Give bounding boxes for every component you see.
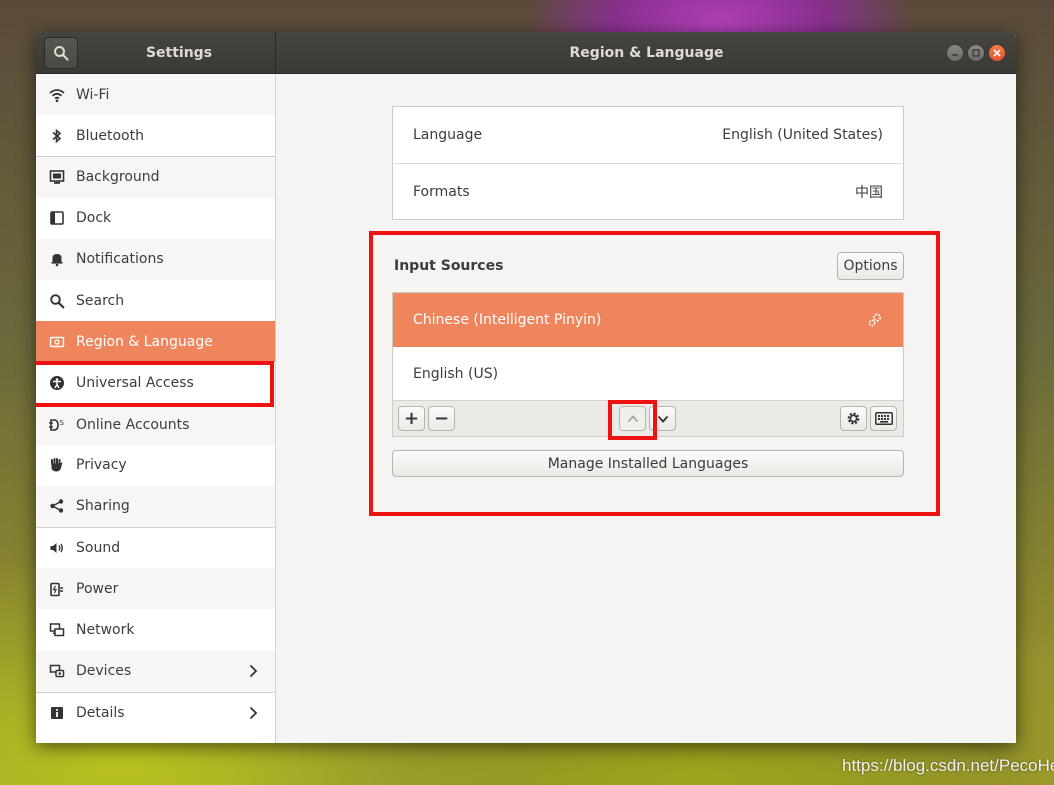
settings-gears-icon[interactable]: [867, 312, 883, 328]
input-source-label: English (US): [413, 366, 499, 382]
input-sources-list: Chinese (Intelligent Pinyin) English (US…: [392, 292, 904, 437]
language-formats-list: Language English (United States) Formats…: [392, 106, 904, 220]
sidebar-item-label: Privacy: [76, 457, 127, 474]
search-icon: [54, 46, 69, 61]
online-accounts-icon: S: [48, 416, 66, 434]
svg-text:S: S: [60, 419, 65, 427]
sidebar: Wi-Fi Bluetooth Background Dock Notifica…: [36, 74, 276, 743]
sidebar-item-label: Sound: [76, 540, 121, 557]
sidebar-item-label: Background: [76, 169, 160, 186]
window-controls: [946, 44, 1006, 62]
formats-row[interactable]: Formats 中国: [393, 163, 903, 220]
sidebar-item-privacy[interactable]: Privacy: [36, 445, 275, 486]
region-language-panel: Language English (United States) Formats…: [277, 74, 1016, 743]
formats-value: 中国: [855, 185, 883, 201]
background-icon: [48, 168, 66, 186]
language-label: Language: [413, 127, 483, 143]
sidebar-item-notifications[interactable]: Notifications: [36, 238, 275, 280]
chevron-right-icon: [249, 706, 258, 719]
share-icon: [48, 497, 66, 515]
minimize-icon: [952, 54, 958, 56]
sidebar-item-online-accounts[interactable]: S Online Accounts: [36, 403, 275, 445]
maximize-icon: [972, 49, 980, 57]
input-sources-toolbar: + −: [393, 400, 903, 436]
app-title: Settings: [145, 45, 213, 61]
bell-icon: [48, 250, 66, 268]
sidebar-item-devices[interactable]: Devices: [36, 650, 275, 692]
input-source-row[interactable]: English (US): [393, 347, 903, 401]
close-icon: [993, 49, 1001, 57]
options-button[interactable]: Options: [837, 252, 904, 280]
language-row[interactable]: Language English (United States): [393, 107, 903, 163]
keyboard-icon: [874, 412, 893, 425]
input-source-row[interactable]: Chinese (Intelligent Pinyin): [393, 293, 903, 347]
chevron-up-icon: [627, 414, 638, 422]
sidebar-item-details[interactable]: Details: [36, 691, 275, 733]
minimize-button[interactable]: [946, 44, 964, 62]
sidebar-item-power[interactable]: Power: [36, 568, 275, 610]
sidebar-item-label: Wi-Fi: [76, 86, 110, 103]
sidebar-item-background[interactable]: Background: [36, 156, 275, 198]
watermark-text: https://blog.csdn.net/PecoHe: [842, 756, 1054, 775]
dock-icon: [48, 209, 66, 227]
remove-label: −: [433, 407, 450, 429]
bluetooth-icon: [48, 127, 66, 145]
chevron-down-icon: [657, 415, 668, 423]
sidebar-item-label: Universal Access: [76, 374, 194, 391]
info-icon: [48, 704, 66, 722]
sidebar-item-sharing[interactable]: Sharing: [36, 485, 275, 528]
settings-window: Settings Region & Language Wi-Fi Bluetoo…: [36, 32, 1016, 743]
hand-icon: [48, 456, 66, 474]
formats-label: Formats: [413, 184, 470, 200]
input-source-label: Chinese (Intelligent Pinyin): [413, 312, 602, 328]
keyboard-layout-button[interactable]: [870, 406, 897, 431]
remove-input-source-button[interactable]: −: [428, 406, 455, 431]
sidebar-item-label: Power: [76, 580, 119, 597]
manage-installed-languages-button[interactable]: Manage Installed Languages: [392, 450, 904, 477]
region-icon: [48, 333, 66, 351]
sidebar-item-dock[interactable]: Dock: [36, 198, 275, 239]
panel-title: Region & Language: [569, 45, 724, 61]
input-sources-title: Input Sources: [394, 258, 504, 274]
speaker-icon: [48, 539, 66, 557]
accessibility-icon: [48, 374, 66, 392]
sidebar-header: Settings: [36, 32, 276, 74]
sidebar-item-label: Devices: [76, 663, 132, 680]
sidebar-item-label: Details: [76, 704, 125, 721]
search-icon: [48, 292, 66, 310]
network-icon: [48, 621, 66, 639]
sidebar-item-label: Dock: [76, 210, 112, 227]
add-input-source-button[interactable]: +: [398, 406, 425, 431]
sidebar-item-label: Sharing: [76, 498, 130, 515]
sidebar-item-label: Search: [76, 292, 125, 309]
sidebar-item-wifi[interactable]: Wi-Fi: [36, 74, 275, 116]
maximize-button[interactable]: [967, 44, 985, 62]
header-bar: Settings Region & Language: [36, 32, 1016, 74]
sidebar-item-region-language[interactable]: Region & Language: [36, 321, 275, 363]
add-label: +: [403, 407, 420, 429]
sidebar-item-label: Network: [76, 622, 135, 639]
sidebar-item-bluetooth[interactable]: Bluetooth: [36, 115, 275, 156]
power-icon: [48, 580, 66, 598]
devices-icon: [48, 662, 66, 680]
sidebar-item-universal-access[interactable]: Universal Access: [36, 362, 275, 403]
sidebar-item-label: Bluetooth: [76, 127, 144, 144]
language-value: English (United States): [722, 127, 883, 143]
input-source-settings-button[interactable]: [840, 406, 867, 431]
sidebar-item-label: Region & Language: [76, 333, 213, 350]
move-up-button[interactable]: [619, 406, 646, 431]
sidebar-item-search[interactable]: Search: [36, 280, 275, 321]
search-button[interactable]: [44, 37, 78, 69]
wifi-icon: [48, 86, 66, 104]
close-button[interactable]: [988, 44, 1006, 62]
sidebar-item-label: Online Accounts: [76, 416, 190, 433]
sidebar-item-network[interactable]: Network: [36, 609, 275, 650]
move-down-button[interactable]: [649, 406, 676, 431]
sidebar-item-sound[interactable]: Sound: [36, 527, 275, 568]
gear-icon: [847, 412, 860, 425]
chevron-right-icon: [249, 664, 258, 677]
sidebar-item-label: Notifications: [76, 251, 164, 268]
